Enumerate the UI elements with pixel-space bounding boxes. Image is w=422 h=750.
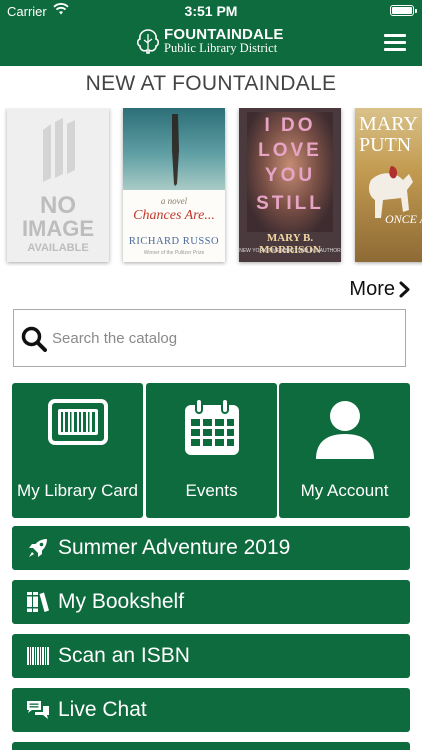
- scan-isbn-button[interactable]: Scan an ISBN: [12, 634, 410, 678]
- user-icon: [315, 401, 374, 459]
- book-author-line: PUTN: [359, 134, 412, 156]
- placeholder-line: IMAGE: [21, 216, 95, 241]
- status-bar: Carrier 3:51 PM: [0, 0, 422, 22]
- tile-label: Events: [185, 481, 238, 500]
- book-tagline: Winner of the Pulitzer Prize: [143, 250, 205, 256]
- calendar-icon: [184, 398, 239, 455]
- book-author-line: MARY: [359, 113, 418, 135]
- events-button[interactable]: Events: [146, 383, 277, 518]
- chevron-right-icon: [399, 281, 410, 298]
- tile-label: My Account: [300, 481, 389, 500]
- my-account-button[interactable]: My Account: [279, 383, 410, 518]
- placeholder-line: AVAILABLE: [27, 242, 89, 254]
- next-menu-button-partial[interactable]: [12, 742, 410, 750]
- book-title-line: I DO: [264, 115, 316, 136]
- section-title: NEW AT FOUNTAINDALE: [85, 72, 337, 95]
- barcode-card-icon: [47, 399, 108, 445]
- book-cover-no-image[interactable]: NO IMAGE AVAILABLE: [7, 108, 109, 262]
- book-cover-i-do-love-you-still[interactable]: I DO LOVE YOU STILL MARY B. MORRISON NEW…: [239, 108, 341, 262]
- clock: 3:51 PM: [184, 3, 238, 19]
- book-subtitle: a novel: [160, 196, 188, 206]
- book-title-line: YOU: [264, 165, 316, 186]
- search-input[interactable]: [52, 311, 397, 365]
- book-title: ONCE A: [385, 212, 422, 226]
- battery-icon: [390, 5, 417, 16]
- hamburger-menu-icon[interactable]: [384, 34, 406, 51]
- logo-subtitle: Public Library District: [164, 41, 278, 55]
- tile-label: My Library Card: [17, 481, 138, 500]
- app-header: Carrier 3:51 PM FOUNTAINDALE Public Libr…: [0, 0, 422, 66]
- new-books-carousel[interactable]: NO IMAGE AVAILABLE a novel Chances Are..…: [0, 108, 422, 266]
- book-tagline: NEW YORK TIMES BESTSELLING AUTHOR: [239, 248, 341, 254]
- placeholder-logo-icon: [43, 118, 75, 182]
- book-cover-mary-putney[interactable]: MARY PUTN ONCE A: [355, 108, 422, 262]
- bar-label: Live Chat: [58, 698, 147, 721]
- swimmer-figure: [172, 114, 179, 186]
- book-cover-chances-are[interactable]: a novel Chances Are... RICHARD RUSSO Win…: [123, 108, 225, 262]
- books-icon: [27, 592, 49, 612]
- catalog-search-box[interactable]: [13, 309, 406, 367]
- my-library-card-button[interactable]: My Library Card: [12, 383, 143, 518]
- search-icon: [21, 326, 47, 352]
- rocket-icon: [29, 539, 47, 557]
- library-logo[interactable]: FOUNTAINDALE Public Library District: [136, 27, 288, 57]
- book-title-line: LOVE: [258, 140, 322, 161]
- bar-label: Scan an ISBN: [58, 644, 190, 667]
- more-books-link[interactable]: More: [349, 278, 410, 301]
- my-bookshelf-button[interactable]: My Bookshelf: [12, 580, 410, 624]
- logo-title: FOUNTAINDALE: [164, 26, 284, 43]
- book-title: Chances Are...: [133, 208, 215, 223]
- bar-label: Summer Adventure 2019: [58, 536, 291, 559]
- live-chat-button[interactable]: Live Chat: [12, 688, 410, 732]
- summer-adventure-button[interactable]: Summer Adventure 2019: [12, 526, 410, 570]
- leaf-logo-icon: [136, 29, 160, 54]
- barcode-icon: [27, 647, 49, 665]
- bar-label: My Bookshelf: [58, 590, 185, 613]
- book-title-line: STILL: [256, 193, 324, 214]
- chat-bubbles-icon: [27, 701, 49, 719]
- more-label: More: [349, 278, 395, 300]
- book-author: RICHARD RUSSO: [128, 236, 220, 247]
